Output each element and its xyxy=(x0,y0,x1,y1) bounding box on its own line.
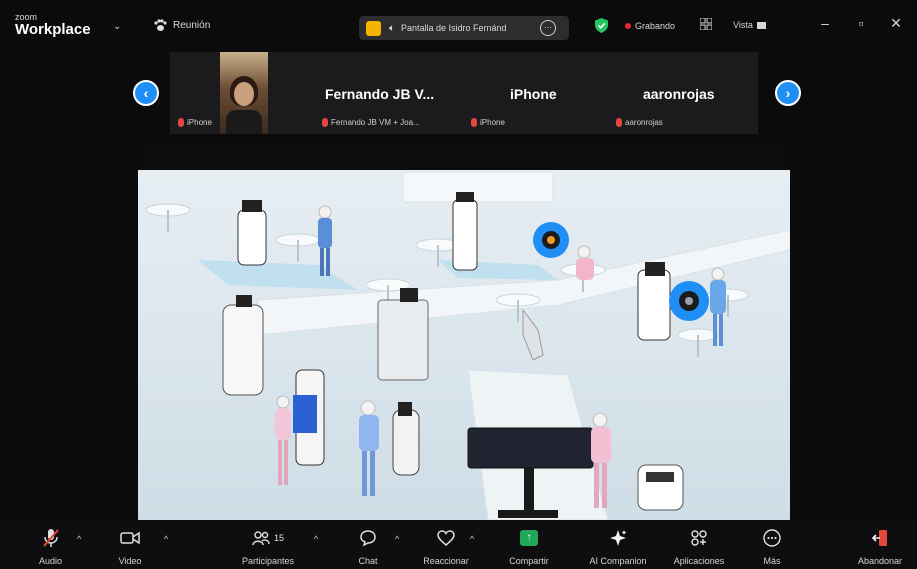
participants-options-chevron-icon[interactable]: ^ xyxy=(314,534,318,544)
previous-page-button[interactable]: ‹ xyxy=(133,80,159,106)
participant-label-text: iPhone xyxy=(187,118,212,127)
next-page-button[interactable]: › xyxy=(775,80,801,106)
meeting-info-button[interactable]: Reunión xyxy=(153,19,210,32)
participants-button[interactable]: 15 Participantes xyxy=(232,520,304,569)
participant-label: Fernando JB VM + Joa... xyxy=(322,118,420,127)
recording-dot-icon xyxy=(625,23,631,29)
title-bar: zoom Workplace ⌄ Reunión 🔈︎ Pantalla de … xyxy=(0,0,917,50)
chat-options-chevron-icon[interactable]: ^ xyxy=(395,534,399,544)
chat-label: Chat xyxy=(358,556,378,566)
shield-check-icon[interactable] xyxy=(595,18,608,33)
chevron-down-icon[interactable]: ⌄ xyxy=(113,21,121,32)
leave-label: Abandonar xyxy=(857,556,903,566)
video-label: Video xyxy=(118,556,142,566)
react-button[interactable]: Reaccionar xyxy=(418,520,474,569)
close-button[interactable]: ✕ xyxy=(886,15,906,32)
muted-mic-icon xyxy=(178,118,184,127)
participant-video-tile[interactable] xyxy=(220,52,268,134)
share-label: Pantalla de Isidro Fernánd xyxy=(401,23,507,33)
muted-mic-icon xyxy=(322,118,328,127)
react-label: Reaccionar xyxy=(423,556,469,566)
video-button[interactable]: Video xyxy=(110,520,150,569)
restaurant-robots-illustration xyxy=(138,170,790,520)
more-options-icon[interactable]: ⋯ xyxy=(540,20,556,36)
apps-button[interactable]: Aplicaciones xyxy=(664,520,734,569)
sparkle-icon xyxy=(610,530,627,546)
video-figure-head xyxy=(234,82,254,106)
share-screen-button[interactable]: ↑ Compartir xyxy=(500,520,558,569)
meeting-label: Reunión xyxy=(173,20,211,31)
share-label: Compartir xyxy=(509,556,549,566)
video-options-chevron-icon[interactable]: ^ xyxy=(164,534,168,544)
more-button[interactable]: Más xyxy=(756,520,788,569)
muted-mic-icon xyxy=(42,529,59,547)
participants-count: 15 xyxy=(273,533,284,543)
participant-label-text: iPhone xyxy=(480,118,505,127)
shared-screen-image xyxy=(138,170,790,520)
recording-indicator[interactable]: Grabando xyxy=(625,21,675,31)
more-dots-icon xyxy=(763,529,781,547)
gallery-grid-icon[interactable] xyxy=(700,18,712,30)
audio-button[interactable]: Audio xyxy=(28,520,73,569)
participant-name[interactable]: iPhone xyxy=(510,86,557,102)
participant-label: iPhone xyxy=(178,118,212,127)
participant-label: iPhone xyxy=(471,118,505,127)
maximize-button[interactable]: ▫ xyxy=(851,15,871,31)
chat-bubble-icon xyxy=(360,530,376,547)
recording-label: Grabando xyxy=(635,21,676,31)
video-camera-icon xyxy=(120,531,140,545)
share-arrow-icon: ↑ xyxy=(520,530,538,546)
participant-label-text: aaronrojas xyxy=(625,118,663,127)
app-brand: zoom Workplace xyxy=(15,13,91,38)
meeting-toolbar: Audio ^ Video ^ 15 Participantes ^ Chat … xyxy=(0,520,917,569)
heart-icon xyxy=(437,530,455,546)
audio-label: Audio xyxy=(38,556,63,566)
participants-label: Participantes xyxy=(241,556,295,566)
view-icon xyxy=(756,21,766,29)
apps-label: Aplicaciones xyxy=(673,556,725,566)
leave-door-icon xyxy=(871,530,887,546)
audio-options-chevron-icon[interactable]: ^ xyxy=(77,534,81,544)
muted-mic-icon xyxy=(616,118,622,127)
participant-name[interactable]: aaronrojas xyxy=(643,86,715,102)
participant-label-text: Fernando JB VM + Joa... xyxy=(331,118,420,127)
participants-icon xyxy=(252,531,270,546)
leave-button[interactable]: Abandonar xyxy=(850,520,910,569)
chat-button[interactable]: Chat xyxy=(350,520,386,569)
paw-icon xyxy=(154,19,167,31)
brand-name: Workplace xyxy=(15,21,91,38)
participant-label: aaronrojas xyxy=(616,118,663,127)
muted-mic-icon xyxy=(471,118,477,127)
video-figure-body xyxy=(226,110,262,134)
minimize-button[interactable]: – xyxy=(815,15,835,31)
ai-companion-label: AI Companion xyxy=(589,556,647,566)
react-options-chevron-icon[interactable]: ^ xyxy=(470,534,474,544)
view-label: Vista xyxy=(733,20,753,30)
speaker-icon: 🔈︎ xyxy=(389,22,395,34)
participant-name[interactable]: Fernando JB V... xyxy=(325,86,434,102)
view-button[interactable]: Vista xyxy=(733,20,766,30)
apps-icon xyxy=(691,530,707,546)
share-status-icon xyxy=(366,20,381,36)
ai-companion-button[interactable]: AI Companion xyxy=(578,520,658,569)
more-label: Más xyxy=(763,556,781,566)
screen-share-indicator[interactable]: 🔈︎ Pantalla de Isidro Fernánd ⋯ xyxy=(359,16,569,40)
